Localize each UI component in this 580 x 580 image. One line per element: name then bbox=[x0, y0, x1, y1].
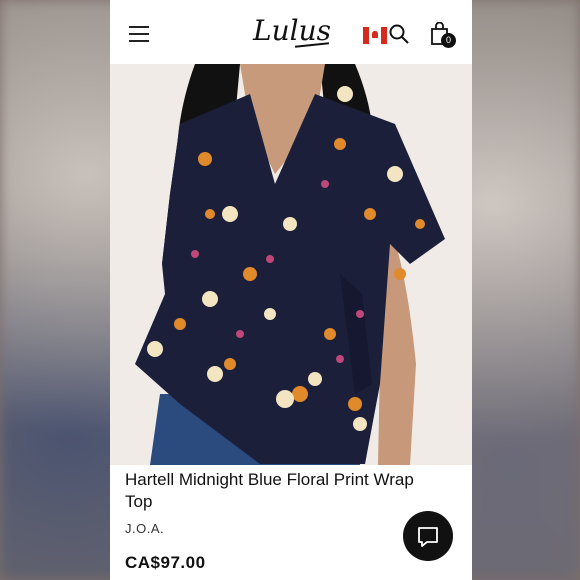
product-price: CA$97.00 bbox=[125, 553, 206, 572]
menu-icon[interactable] bbox=[129, 26, 149, 42]
cart-count-badge: 0 bbox=[441, 33, 456, 48]
mobile-screen: Lulus 0 Hartell Midnight Blue Floral Pri… bbox=[110, 0, 472, 580]
chat-icon bbox=[418, 527, 438, 547]
lulus-logo[interactable]: Lulus bbox=[253, 14, 331, 48]
top-navigation-bar: Lulus 0 bbox=[110, 0, 472, 65]
search-icon[interactable] bbox=[389, 24, 409, 44]
product-photo-illustration bbox=[110, 64, 472, 465]
logo-text: Lulus bbox=[253, 14, 331, 47]
chat-button[interactable] bbox=[403, 511, 453, 561]
product-brand[interactable]: J.O.A. bbox=[125, 521, 164, 536]
product-title: Hartell Midnight Blue Floral Print Wrap … bbox=[125, 470, 414, 511]
canada-flag-icon[interactable] bbox=[363, 27, 387, 44]
product-image[interactable] bbox=[110, 64, 472, 465]
